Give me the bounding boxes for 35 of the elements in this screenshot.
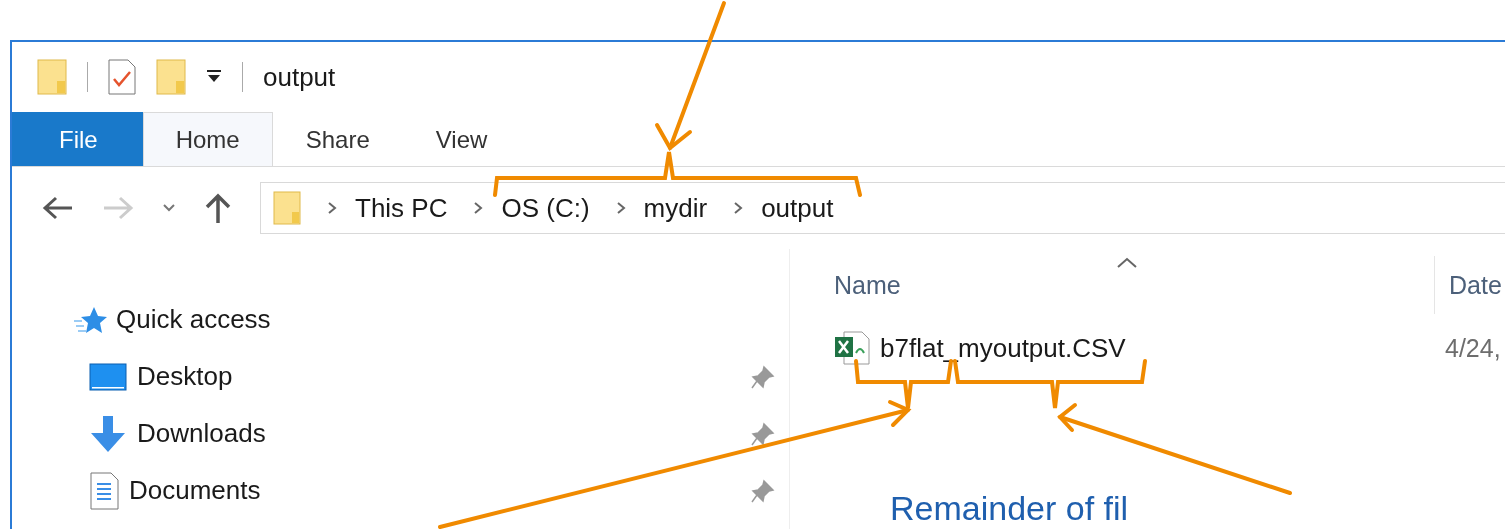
ribbon-tab[interactable]: Home: [142, 112, 273, 166]
file-date: 4/24,: [1445, 333, 1501, 363]
breadcrumb[interactable]: This PC: [355, 192, 448, 224]
back-icon[interactable]: [42, 195, 74, 221]
sort-caret-icon: [1116, 257, 1138, 269]
chevron-right-icon[interactable]: [327, 201, 337, 215]
column-header[interactable]: Date: [1449, 270, 1502, 300]
chevron-right-icon[interactable]: [733, 201, 744, 215]
spreadsheet-file-icon: [834, 331, 870, 365]
breadcrumb[interactable]: output: [761, 192, 834, 224]
file-menu-tab[interactable]: File: [12, 112, 143, 166]
download-arrow-icon: [89, 414, 127, 453]
folder-icon: [273, 191, 301, 225]
address-bar[interactable]: This PC OS (C:) mydir output: [260, 182, 1505, 234]
chevron-right-icon[interactable]: [615, 201, 626, 215]
document-icon: [89, 471, 119, 510]
checklist-icon[interactable]: [108, 59, 136, 95]
pin-icon[interactable]: [751, 421, 775, 446]
file-name[interactable]: b7flat_myoutput.CSV: [880, 332, 1435, 364]
pin-icon[interactable]: [751, 478, 775, 503]
chevron-right-icon[interactable]: [473, 201, 484, 215]
column-header[interactable]: Name: [834, 270, 1434, 300]
navigation-item[interactable]: Downloads: [137, 418, 266, 449]
dropdown-icon[interactable]: [206, 70, 222, 84]
navigation-item[interactable]: Quick access: [116, 304, 271, 335]
window-title: output: [263, 61, 336, 93]
navigation-item[interactable]: Documents: [129, 475, 261, 506]
chevron-down-icon[interactable]: [162, 203, 176, 213]
up-icon[interactable]: [204, 193, 232, 223]
navigation-item[interactable]: Desktop: [137, 361, 233, 392]
breadcrumb[interactable]: OS (C:): [501, 192, 590, 224]
annotation-caption: Remainder of fil: [890, 490, 1129, 528]
monitor-icon: [89, 361, 127, 392]
pin-icon[interactable]: [751, 364, 775, 389]
breadcrumb[interactable]: mydir: [643, 192, 708, 224]
